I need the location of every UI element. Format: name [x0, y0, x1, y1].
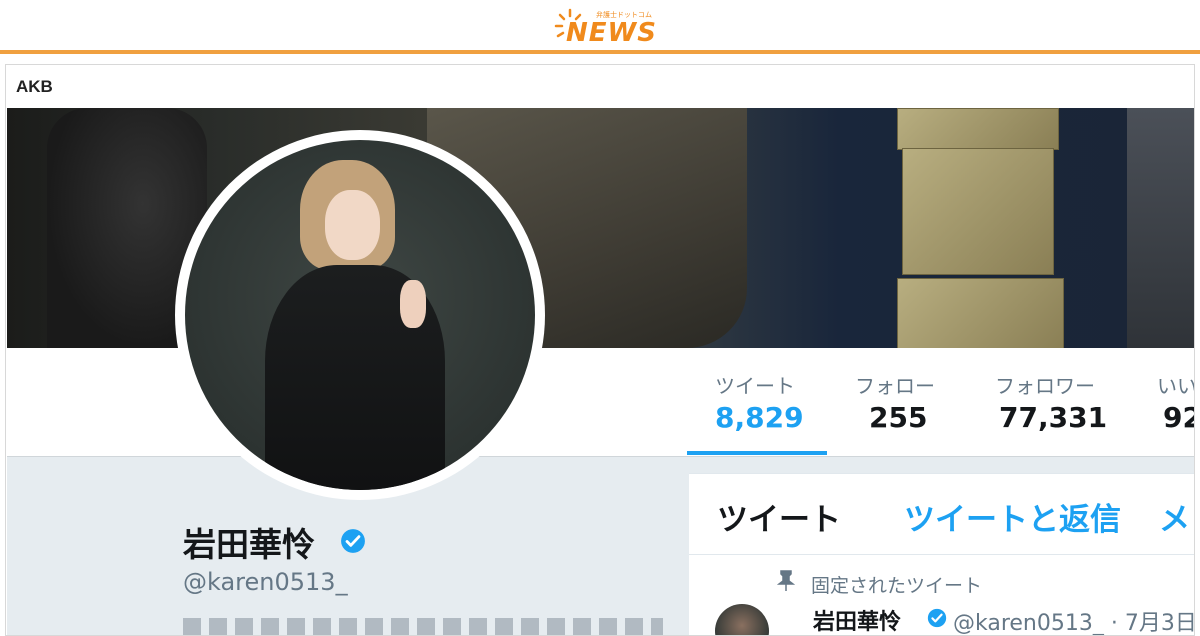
stat-value: 77,331	[999, 401, 1108, 434]
stat-followers[interactable]: フォロワー 77,331	[995, 370, 1107, 434]
stat-value: 92	[1163, 401, 1194, 434]
avatar-photo	[185, 140, 535, 490]
stat-likes[interactable]: いい 92	[1157, 370, 1195, 434]
tweet-handle-text[interactable]: @karen0513_	[953, 611, 1104, 635]
banner-rock	[1127, 108, 1194, 348]
profile-handle: @karen0513_	[183, 568, 348, 596]
tweet-author-handle: @karen0513_ · 7月3日	[953, 605, 1194, 635]
active-tab-indicator	[687, 451, 827, 455]
verified-badge-icon	[341, 529, 365, 553]
twitter-profile-screenshot: ツイート 8,829 フォロー 255 フォロワー 77,331 いい 92 岩…	[7, 108, 1195, 635]
banner-block	[897, 108, 1059, 150]
stat-label: フォロワー	[995, 374, 1095, 398]
article-card: AKB ツイート 8,829 フォロー 255 フォロワー 77,331 いい …	[5, 64, 1195, 636]
avatar-face	[325, 190, 380, 260]
tab-tweets[interactable]: ツイート	[717, 494, 841, 539]
tab-media[interactable]: メ	[1159, 494, 1190, 539]
stat-tweets[interactable]: ツイート 8,829	[715, 370, 804, 434]
category-label: AKB	[16, 77, 53, 96]
profile-bio-blurred	[183, 618, 663, 635]
pinned-tweet-label: 固定されたツイート	[811, 575, 983, 597]
divider	[689, 554, 1194, 555]
site-logo[interactable]: 弁護士ドットコム NEWS	[554, 6, 657, 48]
tab-tweets-and-replies[interactable]: ツイートと返信	[904, 494, 1121, 539]
timeline-panel: ツイート ツイートと返信 メ 固定されたツイート 岩田華怜 @karen0513…	[689, 473, 1194, 635]
logo-wordmark: NEWS	[566, 18, 657, 48]
stat-value: 255	[869, 401, 928, 434]
avatar-hand	[400, 280, 426, 328]
tweet-author-name[interactable]: 岩田華怜	[813, 604, 901, 635]
stat-label: ツイート	[715, 374, 795, 398]
tweet-date[interactable]: · 7月3日	[1111, 611, 1194, 635]
banner-block	[897, 278, 1064, 350]
profile-avatar[interactable]	[175, 130, 545, 500]
stat-label: いい	[1157, 374, 1195, 398]
banner-block	[902, 148, 1054, 275]
profile-display-name: 岩田華怜	[183, 525, 315, 564]
pin-icon	[777, 570, 795, 591]
verified-badge-icon	[927, 608, 947, 628]
stat-following[interactable]: フォロー 255	[855, 370, 935, 434]
stat-value: 8,829	[715, 401, 804, 434]
site-header: 弁護士ドットコム NEWS	[0, 0, 1200, 54]
stat-label: フォロー	[855, 374, 935, 398]
tweet-avatar[interactable]	[715, 604, 769, 635]
